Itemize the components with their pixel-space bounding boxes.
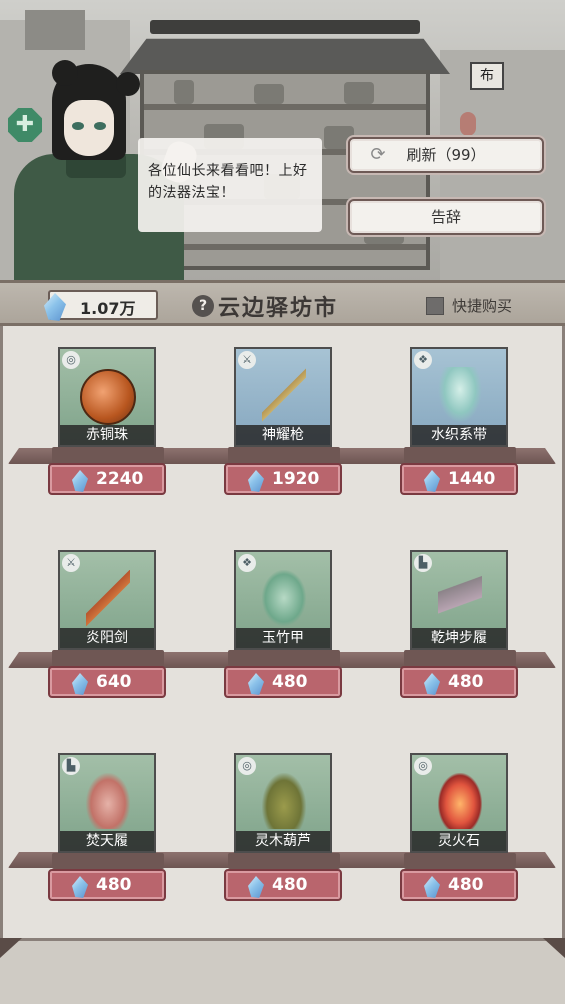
item-artwork [262, 570, 306, 626]
buy-price-button[interactable]: 2240 [48, 463, 166, 495]
refresh-icon: ⟳ [370, 144, 386, 165]
spirit-stone-icon [72, 470, 88, 492]
clothing-icon: ❖ [238, 554, 256, 572]
item-price: 480 [272, 875, 308, 895]
shop-item[interactable]: ◎ 赤铜珠 2240 [48, 347, 168, 507]
item-frame: ⚔ 炎阳剑 [58, 550, 156, 650]
item-name: 水织系带 [412, 425, 506, 445]
item-price: 480 [272, 672, 308, 692]
boot-icon: ▙ [414, 554, 432, 572]
shop-scene: 布 ✚ 各位仙长来看看吧！上好的法器法宝！ ⟳ 刷新（99） 告辞 [0, 0, 565, 282]
refresh-label: 刷新（99） [406, 146, 486, 164]
item-price: 1920 [272, 469, 320, 489]
quickbuy-checkbox[interactable] [426, 297, 444, 315]
quickbuy-label[interactable]: 快捷购买 [452, 295, 512, 316]
spirit-stone-icon [248, 876, 264, 898]
shop-title: 云边驿坊市 [218, 296, 339, 321]
item-frame: ❖ 玉竹甲 [234, 550, 332, 650]
shop-item[interactable]: ❖ 玉竹甲 480 [224, 550, 344, 710]
shop-item[interactable]: ▙ 焚天履 480 [48, 753, 168, 913]
buy-price-button[interactable]: 1920 [224, 463, 342, 495]
spirit-stone-icon [44, 293, 66, 321]
item-artwork [438, 773, 482, 829]
item-frame: ⚔ 神耀枪 [234, 347, 332, 447]
spirit-stone-icon [248, 673, 264, 695]
item-price: 640 [96, 672, 132, 692]
spirit-stone-icon [72, 876, 88, 898]
refresh-button[interactable]: ⟳ 刷新（99） [348, 137, 544, 173]
spirit-stone-icon [424, 470, 440, 492]
clothing-icon: ❖ [414, 351, 432, 369]
item-price: 480 [448, 875, 484, 895]
bottom-bar [0, 938, 565, 1004]
item-artwork [86, 570, 130, 626]
spirit-stone-icon [72, 673, 88, 695]
lantern [460, 112, 476, 136]
spirit-stone-icon [424, 876, 440, 898]
leave-button[interactable]: 告辞 [348, 199, 544, 235]
item-frame: ▙ 焚天履 [58, 753, 156, 853]
item-name: 赤铜珠 [60, 425, 154, 445]
spirit-stone-icon [424, 673, 440, 695]
merchant-dialog: 各位仙长来看看吧！上好的法器法宝！ [138, 138, 322, 232]
shop-item[interactable]: ❖ 水织系带 1440 [400, 347, 520, 507]
item-frame: ◎ 灵火石 [410, 753, 508, 853]
buy-price-button[interactable]: 480 [224, 869, 342, 901]
ring-icon: ◎ [414, 757, 432, 775]
item-artwork [438, 570, 482, 626]
item-frame: ◎ 灵木葫芦 [234, 753, 332, 853]
pavilion-roof-ridge [150, 20, 420, 34]
help-icon[interactable]: ? [192, 295, 214, 317]
item-price: 1440 [448, 469, 496, 489]
item-name: 灵火石 [412, 831, 506, 851]
shop-item[interactable]: ◎ 灵木葫芦 480 [224, 753, 344, 913]
currency-display: 1.07万 [44, 290, 158, 321]
buy-price-button[interactable]: 480 [400, 869, 518, 901]
shop-item[interactable]: ⚔ 神耀枪 1920 [224, 347, 344, 507]
buy-price-button[interactable]: 640 [48, 666, 166, 698]
item-name: 玉竹甲 [236, 628, 330, 648]
shop-item[interactable]: ⚔ 炎阳剑 640 [48, 550, 168, 710]
currency-amount: 1.07万 [80, 299, 136, 318]
item-name: 乾坤步履 [412, 628, 506, 648]
item-name: 炎阳剑 [60, 628, 154, 648]
shop-item[interactable]: ◎ 灵火石 480 [400, 753, 520, 913]
item-artwork [438, 367, 482, 423]
item-price: 2240 [96, 469, 144, 489]
item-frame: ◎ 赤铜珠 [58, 347, 156, 447]
item-name: 神耀枪 [236, 425, 330, 445]
weapon-icon: ⚔ [238, 351, 256, 369]
spirit-stone-icon [248, 470, 264, 492]
item-name: 焚天履 [60, 831, 154, 851]
cloth-shop-sign: 布 [470, 62, 504, 90]
shop-item[interactable]: ▙ 乾坤步履 480 [400, 550, 520, 710]
item-frame: ❖ 水织系带 [410, 347, 508, 447]
ring-icon: ◎ [238, 757, 256, 775]
boot-icon: ▙ [62, 757, 80, 775]
shop-header: 1.07万 ? 云边驿坊市 快捷购买 [0, 280, 565, 326]
buy-price-button[interactable]: 480 [400, 666, 518, 698]
item-name: 灵木葫芦 [236, 831, 330, 851]
item-artwork [80, 369, 136, 425]
leave-label: 告辞 [430, 208, 461, 226]
ring-icon: ◎ [62, 351, 80, 369]
item-artwork [262, 773, 306, 829]
item-frame: ▙ 乾坤步履 [410, 550, 508, 650]
weapon-icon: ⚔ [62, 554, 80, 572]
item-price: 480 [448, 672, 484, 692]
buy-price-button[interactable]: 480 [48, 869, 166, 901]
item-artwork [86, 773, 130, 829]
item-price: 480 [96, 875, 132, 895]
buy-price-button[interactable]: 1440 [400, 463, 518, 495]
buy-price-button[interactable]: 480 [224, 666, 342, 698]
item-artwork [262, 367, 306, 423]
